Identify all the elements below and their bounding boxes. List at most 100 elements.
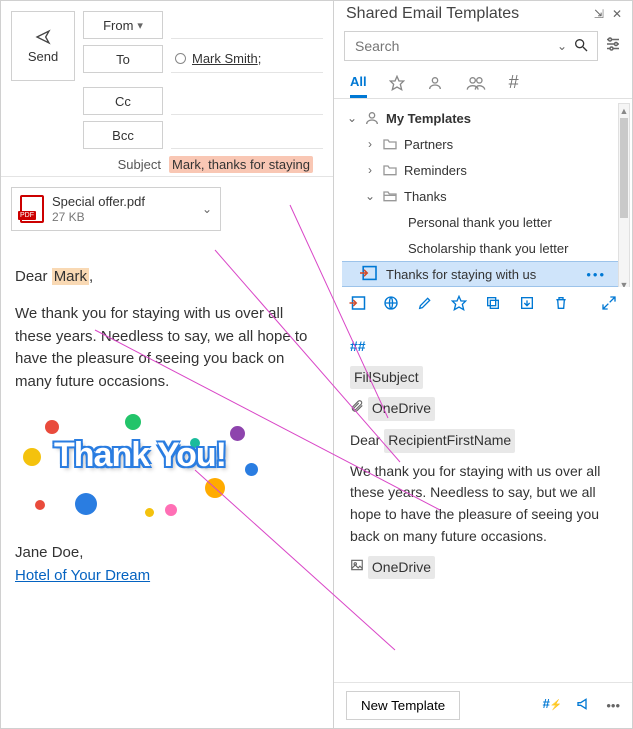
template-label: Thanks for staying with us [386,267,536,282]
send-icon [35,29,51,45]
from-label: From [103,18,133,33]
folder-label: Partners [404,137,453,152]
chevron-down-icon[interactable]: ⌄ [202,202,212,216]
more-icon[interactable]: ••• [586,267,606,282]
cc-button[interactable]: Cc [83,87,163,115]
template-tree: ⌄ My Templates › Partners › Reminders ⌄ … [334,99,632,287]
chevron-down-icon: ▾ [137,19,143,32]
close-icon[interactable]: ✕ [612,7,622,21]
chevron-right-icon: › [364,137,376,151]
folder-icon [382,162,398,178]
copy-button[interactable] [484,295,502,314]
pane-title: Shared Email Templates [346,5,519,23]
favorite-button[interactable] [450,295,468,314]
globe-button[interactable] [382,295,400,314]
from-value[interactable] [171,11,323,39]
to-value[interactable]: Mark Smith; [171,45,323,73]
to-button[interactable]: To [83,45,163,73]
thank-you-image: Thank You! [15,408,265,528]
search-icon[interactable] [573,37,589,56]
thank-you-text: Thank You! [15,440,265,471]
signature-link[interactable]: Hotel of Your Dream [15,567,150,584]
chevron-down-icon: ⌄ [364,189,376,203]
root-label: My Templates [386,111,471,126]
folder-label: Thanks [404,189,447,204]
template-preview: ## FillSubject OneDrive Dear RecipientFi… [334,322,632,682]
subject-rest: , thanks for staying [201,157,310,172]
subject-label: Subject [11,157,161,172]
image-icon [350,559,368,575]
hash-action-icon[interactable]: #⚡ [543,696,563,715]
templates-pane: Shared Email Templates ⇲ ✕ ⌄ All [334,1,632,728]
template-label: Personal thank you letter [408,215,552,230]
scroll-down-icon[interactable]: ▼ [619,278,629,287]
import-button[interactable] [518,295,536,314]
bcc-button[interactable]: Bcc [83,121,163,149]
folder-open-icon [382,188,398,204]
chevron-down-icon: ⌄ [346,111,358,125]
preview-paragraph: We thank you for staying with us over al… [350,461,616,548]
subject-input[interactable]: Mark, thanks for staying [169,157,323,172]
macro-recipientfirstname: RecipientFirstName [384,429,515,453]
chevron-down-icon[interactable]: ⌄ [557,39,567,53]
attachment-chip[interactable]: PDF Special offer.pdf 27 KB ⌄ [11,187,221,231]
pin-icon[interactable]: ⇲ [594,7,604,21]
send-button[interactable]: Send [11,11,75,81]
body-paragraph: We thank you for staying with us over al… [15,303,319,393]
tab-favorites[interactable] [389,67,405,98]
team-icon [465,75,487,91]
scroll-thumb[interactable] [620,118,628,218]
tab-all[interactable]: All [350,67,367,98]
signature-name: Jane Doe, [15,542,319,565]
from-button[interactable]: From ▾ [83,11,163,39]
announce-icon[interactable] [576,696,592,715]
folder-label: Reminders [404,163,467,178]
signature: Jane Doe, Hotel of Your Dream [15,542,319,587]
tree-root-my-templates[interactable]: ⌄ My Templates [342,105,628,131]
greeting-name: Mark [52,268,89,285]
message-body[interactable]: Dear Mark, We thank you for staying with… [1,241,333,598]
paste-button[interactable] [348,295,366,314]
bcc-value[interactable] [171,121,323,149]
search-input[interactable] [353,37,557,55]
new-template-button[interactable]: New Template [346,691,460,720]
tab-team[interactable] [465,67,487,98]
folder-partners[interactable]: › Partners [342,131,628,157]
macro-onedrive-attach: OneDrive [368,397,435,421]
greeting-line: Dear Mark, [15,266,319,289]
insert-template-icon [358,265,378,284]
folder-thanks[interactable]: ⌄ Thanks [342,183,628,209]
footer-more-icon[interactable]: ••• [606,698,620,713]
expand-button[interactable] [600,295,618,314]
search-box[interactable]: ⌄ [344,31,598,61]
template-thanks-for-staying[interactable]: Thanks for staying with us ••• [342,261,628,287]
folder-reminders[interactable]: › Reminders [342,157,628,183]
bcc-label: Bcc [112,128,134,143]
tab-hash[interactable]: # [509,67,519,98]
send-label: Send [28,49,58,64]
edit-button[interactable] [416,295,434,314]
tree-scrollbar[interactable]: ▲ ▼ [618,103,630,287]
template-scholarship-thank-you[interactable]: Scholarship thank you letter [342,235,628,261]
preview-dear: Dear [350,432,380,448]
recipient-name: Mark Smith [192,51,258,66]
tab-person[interactable] [427,67,443,98]
star-icon [389,75,405,91]
scroll-up-icon[interactable]: ▲ [619,104,629,118]
macro-onedrive-image: OneDrive [368,556,435,580]
pdf-icon: PDF [20,195,44,223]
folder-icon [382,136,398,152]
tabs: All # [334,67,632,99]
attachment-name: Special offer.pdf [52,194,145,210]
attachment-size: 27 KB [52,210,145,224]
attachment-icon [350,400,368,416]
chevron-right-icon: › [364,163,376,177]
greeting-suffix: , [89,268,93,285]
template-toolbar [334,287,632,322]
to-label: To [116,52,130,67]
macro-fillsubject: FillSubject [350,366,423,390]
cc-value[interactable] [171,87,323,115]
template-personal-thank-you[interactable]: Personal thank you letter [342,209,628,235]
delete-button[interactable] [552,295,570,314]
settings-icon[interactable] [604,35,622,58]
